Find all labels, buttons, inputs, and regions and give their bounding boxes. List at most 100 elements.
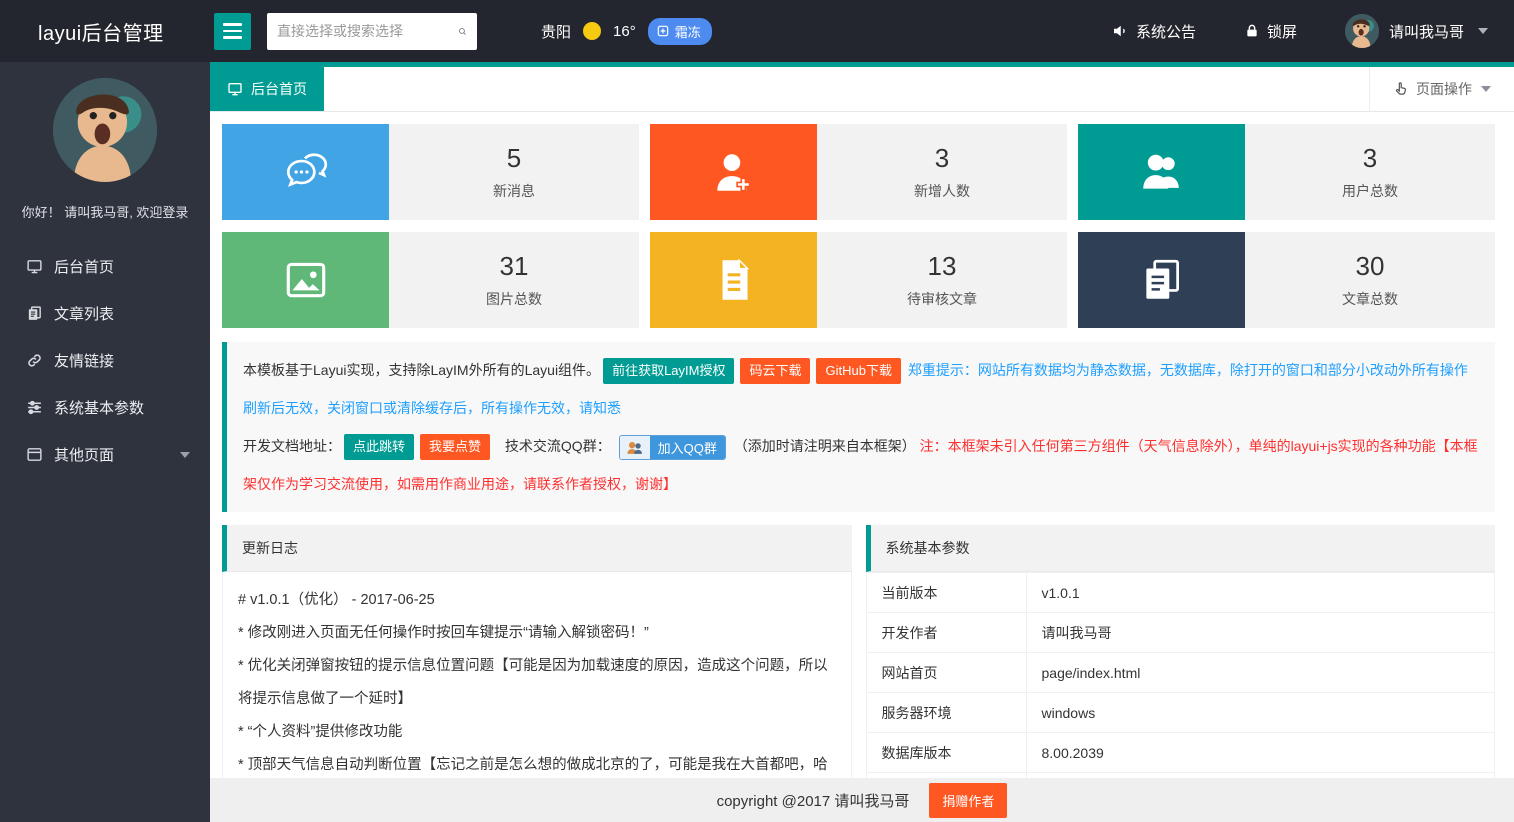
top-header: layui后台管理 贵阳 16° 霜冻 系统公告 锁屏 [0,0,1514,62]
stat-card-new-messages[interactable]: 5 新消息 [222,124,639,220]
stat-value: 13 [928,251,957,282]
sidebar: 你好！ 请叫我马哥, 欢迎登录 后台首页 文章列表 友情链接 系统基本参数 [0,62,210,822]
weather-alert-label: 霜冻 [675,22,701,41]
table-row: 数据库版本 8.00.2039 [866,733,1495,773]
image-icon [222,232,389,328]
join-qq-group-button[interactable]: 加入QQ群 [619,435,726,460]
user-add-icon [650,124,817,220]
weather-temp: 16° [613,23,636,40]
chevron-down-icon [1481,86,1491,92]
page-actions-dropdown[interactable]: 页面操作 [1369,67,1514,111]
stat-label: 新消息 [493,181,535,201]
sidebar-item-system-params[interactable]: 系统基本参数 [0,384,210,431]
param-label: 数据库版本 [866,733,1026,773]
weather-alert-badge[interactable]: 霜冻 [648,18,712,45]
param-label: 当前版本 [866,573,1026,613]
sidebar-item-label: 后台首页 [54,256,114,277]
app-logo: layui后台管理 [0,17,210,46]
article-icon [26,305,43,322]
stat-card-total-users[interactable]: 3 用户总数 [1078,124,1495,220]
param-value: 8.00.2039 [1026,733,1495,773]
link-icon [26,352,43,369]
chevron-down-icon [1478,28,1488,34]
main-content: 5 新消息 3 新增人数 3 用户总数 [210,112,1514,822]
sidebar-item-links[interactable]: 友情链接 [0,337,210,384]
sidebar-item-label: 其他页面 [54,444,114,465]
speaker-icon [1111,22,1129,40]
search-input[interactable] [277,23,458,39]
sidebar-menu: 后台首页 文章列表 友情链接 系统基本参数 其他页面 [0,243,210,478]
sidebar-item-label: 系统基本参数 [54,397,144,418]
stat-value: 3 [1363,143,1377,174]
weather-city: 贵阳 [541,21,571,42]
gitee-download-button[interactable]: 码云下载 [740,358,810,384]
tab-strip: 后台首页 页面操作 [210,62,1514,112]
hand-pointer-icon [1393,81,1409,97]
stat-label: 待审核文章 [907,289,977,309]
param-value: windows [1026,693,1495,733]
sidebar-item-home[interactable]: 后台首页 [0,243,210,290]
sliders-icon [26,399,43,416]
stat-card-body: 3 用户总数 [1245,124,1495,220]
notice-block: 本模板基于Layui实现，支持除LayIM外所有的Layui组件。前往获取Lay… [222,342,1495,512]
qq-people-icon [620,436,650,459]
lock-screen-label: 锁屏 [1267,21,1297,42]
tab-home[interactable]: 后台首页 [210,67,324,111]
sidebar-item-label: 文章列表 [54,303,114,324]
notice-intro-text: 本模板基于Layui实现，支持除LayIM外所有的Layui组件。 [243,362,600,378]
menu-toggle-button[interactable] [214,13,251,50]
stat-label: 图片总数 [486,289,542,309]
system-announcement-link[interactable]: 系统公告 [1111,21,1196,42]
stat-value: 31 [500,251,529,282]
stat-card-body: 30 文章总数 [1245,232,1495,328]
param-value: 请叫我马哥 [1026,613,1495,653]
sidebar-item-other-pages[interactable]: 其他页面 [0,431,210,478]
sun-icon [583,22,601,40]
param-label: 服务器环境 [866,693,1026,733]
changelog-line: # v1.0.1（优化） - 2017-06-25 [238,584,836,617]
search-icon[interactable] [458,23,467,40]
lock-screen-link[interactable]: 锁屏 [1244,21,1297,42]
copyright-text: copyright @2017 请叫我马哥 [717,790,910,811]
profile-avatar[interactable] [53,78,157,182]
stat-value: 5 [507,143,521,174]
table-row: 网站首页 page/index.html [866,653,1495,693]
changelog-line: * “个人资料”提供修改功能 [238,716,836,749]
header-right: 系统公告 锁屏 请叫我马哥 [1111,14,1514,48]
param-label: 开发作者 [866,613,1026,653]
monitor-icon [26,258,43,275]
stat-card-body: 13 待审核文章 [817,232,1067,328]
stat-card-new-users[interactable]: 3 新增人数 [650,124,1067,220]
github-download-button[interactable]: GitHub下载 [816,358,900,384]
weather-widget: 贵阳 16° 霜冻 [541,18,712,45]
layim-license-button[interactable]: 前往获取LayIM授权 [603,358,734,384]
stat-card-body: 3 新增人数 [817,124,1067,220]
table-row: 当前版本 v1.0.1 [866,573,1495,613]
notice-line-1: 本模板基于Layui实现，支持除LayIM外所有的Layui组件。前往获取Lay… [243,351,1479,427]
stat-card-pending-articles[interactable]: 13 待审核文章 [650,232,1067,328]
files-icon [1078,232,1245,328]
param-value: v1.0.1 [1026,573,1495,613]
users-icon [1078,124,1245,220]
stat-card-total-articles[interactable]: 30 文章总数 [1078,232,1495,328]
system-announcement-label: 系统公告 [1136,21,1196,42]
like-button[interactable]: 我要点赞 [420,434,490,460]
frost-alert-icon [656,24,670,38]
footer: copyright @2017 请叫我马哥 捐赠作者 [210,778,1514,822]
page-actions-label: 页面操作 [1416,79,1472,99]
donate-button[interactable]: 捐赠作者 [929,783,1007,818]
sidebar-item-articles[interactable]: 文章列表 [0,290,210,337]
stat-card-body: 31 图片总数 [389,232,639,328]
qq-note-text: （添加时请注明来自本框架） [734,438,916,454]
chat-icon [222,124,389,220]
doc-jump-button[interactable]: 点此跳转 [344,434,414,460]
notice-line-2: 开发文档地址：点此跳转我要点赞 技术交流QQ群： 加入QQ群 （添加时请注明来自… [243,427,1479,503]
table-row: 开发作者 请叫我马哥 [866,613,1495,653]
sidebar-item-label: 友情链接 [54,350,114,371]
user-menu[interactable]: 请叫我马哥 [1345,14,1488,48]
user-avatar [1345,14,1379,48]
system-params-table: 当前版本 v1.0.1 开发作者 请叫我马哥 网站首页 page/index.h… [866,572,1496,813]
stat-label: 文章总数 [1342,289,1398,309]
stat-label: 新增人数 [914,181,970,201]
stat-card-total-images[interactable]: 31 图片总数 [222,232,639,328]
